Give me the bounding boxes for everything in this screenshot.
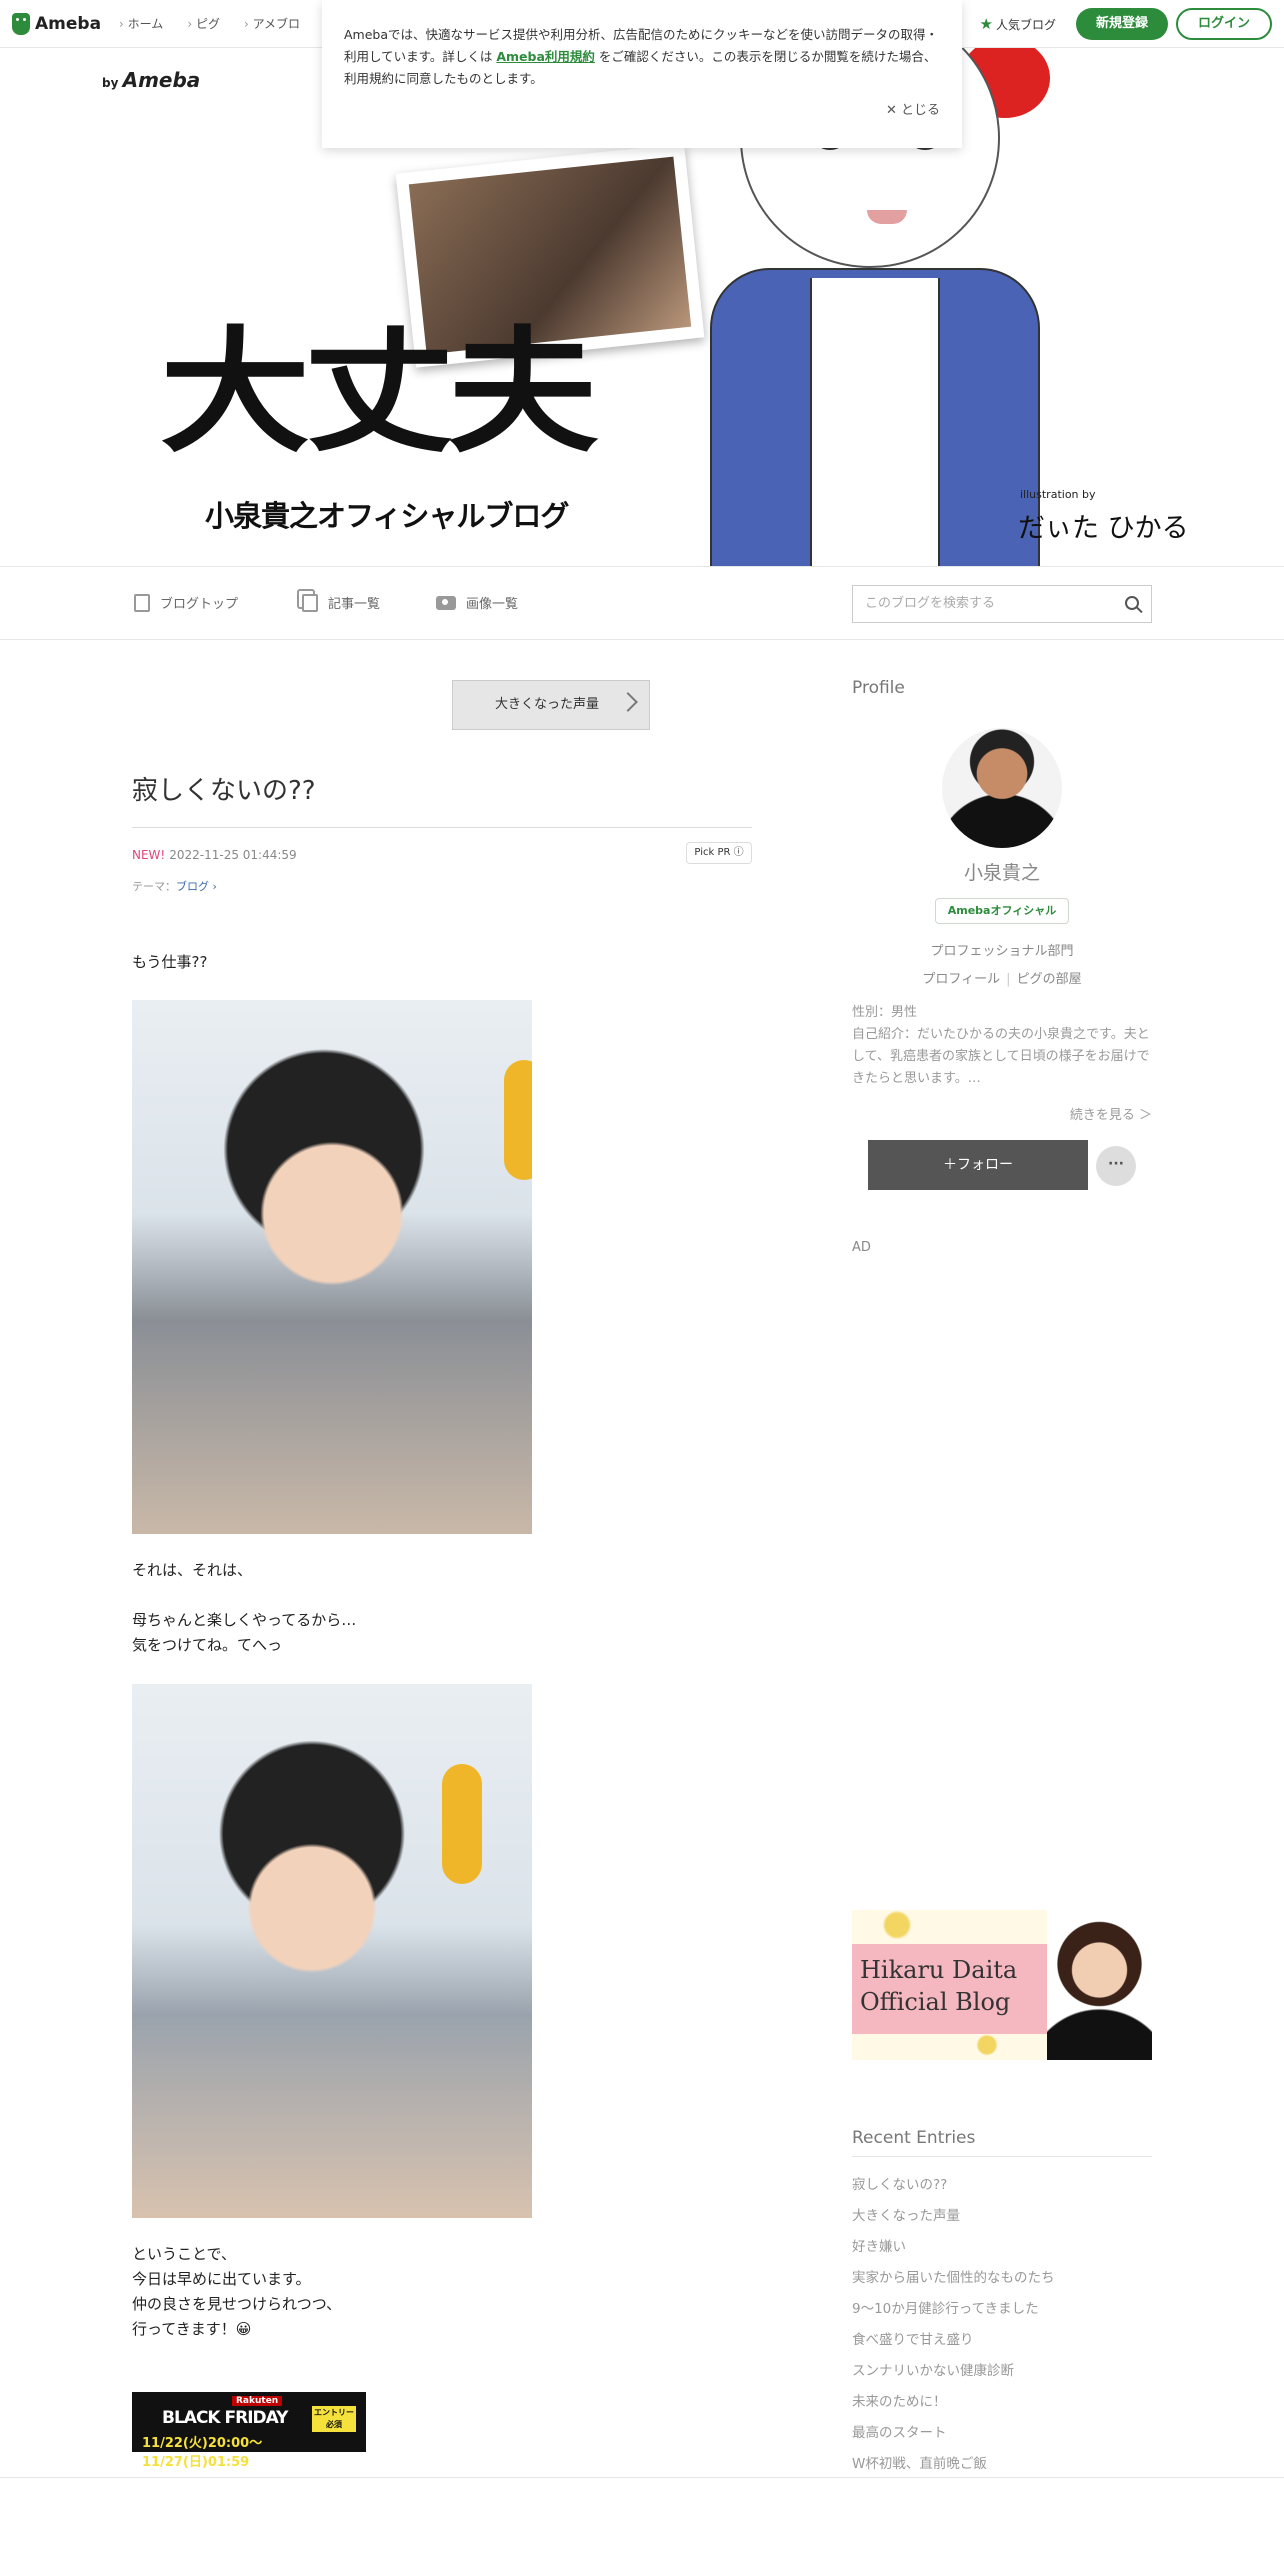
copy-icon bbox=[302, 593, 318, 612]
official-badge: Amebaオフィシャル bbox=[935, 898, 1069, 924]
profile-info: 性別：男性 自己紹介：だいたひかるの夫の小泉貴之です。夫として、乳癌患者の家族と… bbox=[852, 1005, 1150, 1086]
nav-ameblo[interactable]: アメブロ bbox=[244, 15, 300, 32]
nav-image-list-label: 画像一覧 bbox=[466, 597, 519, 612]
recent-entry[interactable]: スンナリいかない健康診断 bbox=[852, 2356, 1152, 2387]
cookie-close-button[interactable]: ✕ とじる bbox=[886, 100, 940, 122]
ad-label: AD bbox=[852, 1240, 871, 1255]
recent-entry[interactable]: 実家から届いた個性的なものたち bbox=[852, 2263, 1152, 2294]
popular-blog-link[interactable]: ★ 人気ブログ bbox=[980, 15, 1056, 33]
new-badge: NEW! bbox=[132, 848, 166, 862]
banner-dates: 11/22(火)20:00～11/27(日)01:59 bbox=[142, 2436, 263, 2470]
illustrator-signature: だぃた ひかる bbox=[1018, 513, 1189, 544]
post-datetime: 2022-11-25 01:44:59 bbox=[169, 848, 297, 862]
more-options-button[interactable]: ··· bbox=[1096, 1146, 1136, 1186]
nav-pigg[interactable]: ピグ bbox=[187, 15, 220, 32]
document-icon bbox=[134, 593, 150, 612]
star-icon: ★ bbox=[979, 15, 993, 33]
banner-entry-badge: エントリー 必須 bbox=[312, 2406, 356, 2432]
recent-entries-heading: Recent Entries bbox=[852, 2128, 1152, 2157]
read-more-link[interactable]: 続きを見る ＞ bbox=[1070, 1104, 1152, 1123]
post-theme: テーマ：ブログ › bbox=[132, 878, 217, 894]
rakuten-logo: Rakuten bbox=[232, 2396, 283, 2406]
profile-name[interactable]: 小泉貴之 bbox=[852, 858, 1152, 885]
nav-blog-top[interactable]: ブログトップ bbox=[134, 593, 238, 612]
hikaru-banner-title: Hikaru Daita Official Blog bbox=[860, 1956, 1018, 2016]
post-meta: NEW! 2022-11-25 01:44:59 bbox=[132, 848, 297, 862]
recent-entry[interactable]: 食べ盛りで甘え盛り bbox=[852, 2325, 1152, 2356]
camera-icon bbox=[436, 595, 456, 610]
profile-heading: Profile bbox=[852, 678, 905, 698]
search-placeholder: このブログを検索する bbox=[865, 596, 996, 611]
prev-entry-label: 大きくなった声量 bbox=[495, 697, 600, 712]
recent-entry[interactable]: 9～10か月健診行ってきました bbox=[852, 2294, 1152, 2325]
nav-entry-list[interactable]: 記事一覧 bbox=[302, 593, 380, 612]
by-label: by bbox=[102, 76, 119, 90]
ameba-logo-text: Ameba bbox=[35, 13, 102, 34]
blog-search-input[interactable]: このブログを検索する bbox=[852, 585, 1152, 623]
recent-entries-list: 寂しくないの?? 大きくなった声量 好き嫌い 実家から届いた個性的なものたち 9… bbox=[852, 2170, 1152, 2480]
avatar[interactable] bbox=[942, 728, 1062, 848]
ameba-logo[interactable]: Ameba bbox=[12, 12, 102, 35]
post-text-3: ということで、 今日は早めに出ています。 仲の良さを見せつけられつつ、 行ってき… bbox=[132, 2245, 342, 2338]
post-photo-1[interactable] bbox=[132, 1000, 532, 1534]
post-text-1: もう仕事?? bbox=[132, 953, 208, 971]
search-icon[interactable] bbox=[1125, 596, 1139, 610]
terms-link[interactable]: Ameba利用規約 bbox=[496, 49, 595, 64]
footer-divider bbox=[0, 2477, 1284, 2478]
theme-label: テーマ： bbox=[132, 880, 176, 893]
chevron-right-icon bbox=[618, 692, 638, 712]
recent-entry[interactable]: 未来のために！ bbox=[852, 2387, 1152, 2418]
register-button[interactable]: 新規登録 bbox=[1075, 8, 1168, 40]
recent-entry[interactable]: 寂しくないの?? bbox=[852, 2170, 1152, 2201]
profile-link[interactable]: プロフィール bbox=[922, 972, 1000, 987]
theme-link[interactable]: ブログ › bbox=[176, 880, 217, 893]
illustration-credit: illustration by bbox=[1020, 488, 1096, 501]
blog-title: 大丈夫 bbox=[160, 314, 598, 472]
recent-entry[interactable]: 好き嫌い bbox=[852, 2232, 1152, 2263]
blog-nav: ブログトップ 記事一覧 画像一覧 このブログを検索する bbox=[0, 566, 1284, 640]
post-text-2: それは、それは、 母ちゃんと楽しくやってるから… 気をつけてね。てへっ bbox=[132, 1561, 357, 1654]
ameba-logo-icon bbox=[12, 12, 30, 35]
login-button[interactable]: ログイン bbox=[1175, 8, 1272, 40]
rakuten-black-friday-banner[interactable]: Rakuten BLACK FRIDAY エントリー 必須 11/22(火)20… bbox=[132, 2392, 366, 2470]
popular-blog-label: 人気ブログ bbox=[995, 17, 1056, 32]
cookie-notice: Amebaでは、快適なサービス提供や利用分析、広告配信のためにクッキーなどを使い… bbox=[322, 0, 962, 148]
recent-entry[interactable]: 大きくなった声量 bbox=[852, 2201, 1152, 2232]
follow-button[interactable]: ＋フォロー bbox=[868, 1140, 1088, 1190]
profile-links: プロフィール | ピグの部屋 bbox=[922, 972, 1082, 987]
prev-entry-button[interactable]: 大きくなった声量 bbox=[452, 680, 650, 730]
nav-entry-list-label: 記事一覧 bbox=[328, 597, 381, 612]
recent-entry[interactable]: 最高のスタート bbox=[852, 2418, 1152, 2449]
nav-home[interactable]: ホーム bbox=[119, 15, 164, 32]
global-nav: ホーム ピグ アメブロ bbox=[119, 15, 324, 32]
pigg-room-link[interactable]: ピグの部屋 bbox=[1017, 972, 1082, 987]
nav-blog-top-label: ブログトップ bbox=[160, 597, 239, 612]
post-photo-2[interactable] bbox=[132, 1684, 532, 2218]
nav-image-list[interactable]: 画像一覧 bbox=[436, 593, 518, 612]
banner-title: BLACK FRIDAY bbox=[162, 2408, 288, 2428]
blog-subtitle: 小泉貴之オフィシャルブログ bbox=[205, 499, 569, 533]
recent-entry[interactable]: W杯初戦、直前晩ご飯 bbox=[852, 2449, 1152, 2480]
pickpr-badge[interactable]: Pick PR ⓘ bbox=[686, 842, 752, 864]
by-brand: Ameba bbox=[122, 68, 201, 92]
hikaru-daita-blog-banner[interactable]: Hikaru Daita Official Blog bbox=[852, 1910, 1152, 2060]
profile-category: プロフェッショナル部門 bbox=[930, 944, 1074, 959]
post-title[interactable]: 寂しくないの?? bbox=[132, 770, 752, 828]
by-ameba-logo: by Ameba bbox=[102, 68, 200, 92]
